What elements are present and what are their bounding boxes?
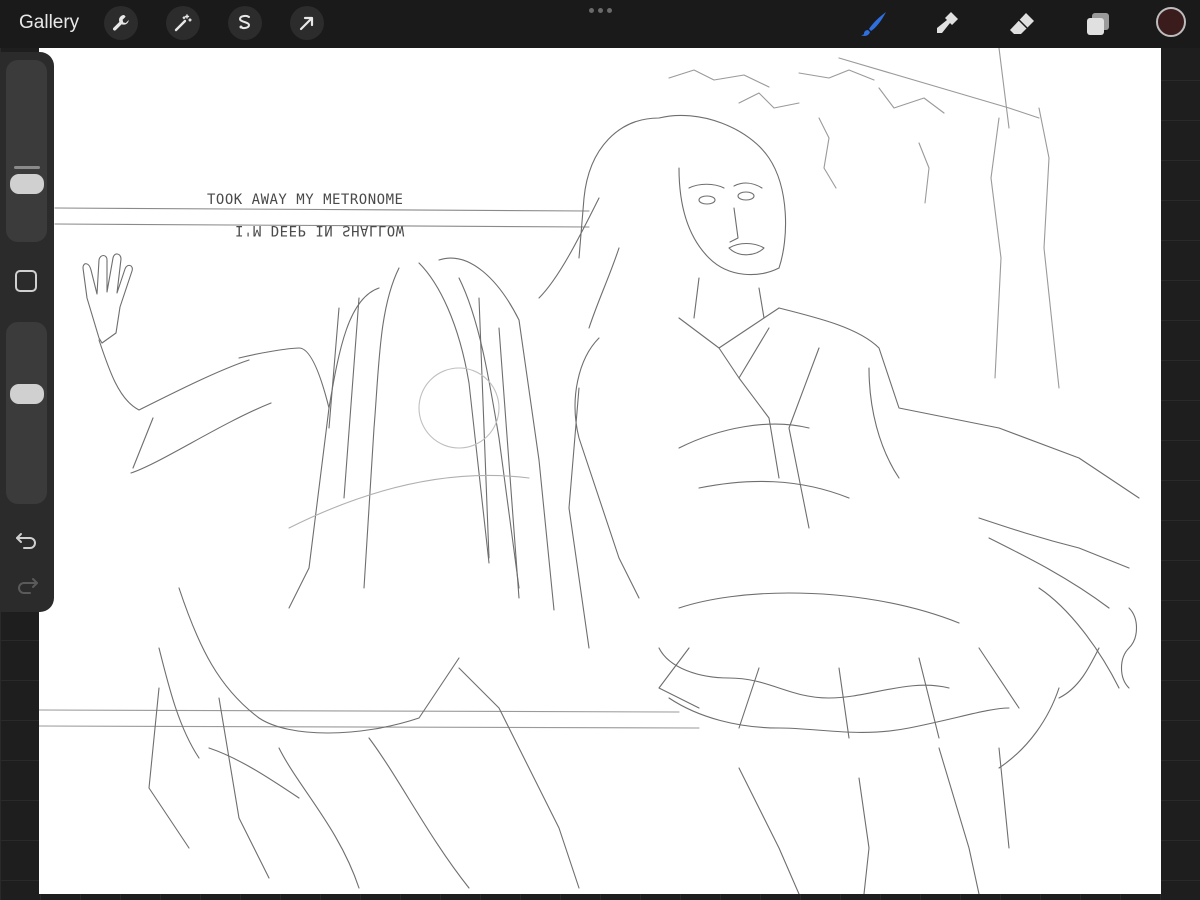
grab-handle[interactable] — [589, 8, 612, 13]
selection-icon[interactable] — [228, 6, 262, 40]
opacity-slider[interactable] — [6, 322, 47, 504]
undo-icon[interactable] — [14, 529, 40, 551]
sketch-artwork — [39, 48, 1140, 894]
brush-icon[interactable] — [856, 6, 892, 42]
brush-size-thumb[interactable] — [10, 174, 44, 194]
opacity-thumb[interactable] — [10, 384, 44, 404]
slider-tick — [14, 166, 40, 169]
layers-icon[interactable] — [1080, 6, 1116, 42]
color-swatch[interactable] — [1156, 7, 1186, 37]
transform-arrow-icon[interactable] — [290, 6, 324, 40]
modify-button[interactable] — [15, 270, 37, 292]
lyric-text-line-1: TOOK AWAY MY METRONOME — [207, 192, 404, 208]
magic-wand-icon[interactable] — [166, 6, 200, 40]
lyric-text-line-2: I'M DEEP IN SHALLOW — [235, 222, 405, 238]
brush-size-slider[interactable] — [6, 60, 47, 242]
left-sidebar — [0, 52, 54, 612]
drawing-canvas[interactable]: TOOK AWAY MY METRONOME I'M DEEP IN SHALL… — [39, 48, 1161, 894]
smudge-icon[interactable] — [928, 6, 964, 42]
wrench-icon[interactable] — [104, 6, 138, 40]
top-toolbar: Gallery — [0, 0, 1200, 48]
eraser-icon[interactable] — [1004, 6, 1040, 42]
redo-icon[interactable] — [14, 574, 40, 596]
gallery-button[interactable]: Gallery — [19, 12, 79, 34]
